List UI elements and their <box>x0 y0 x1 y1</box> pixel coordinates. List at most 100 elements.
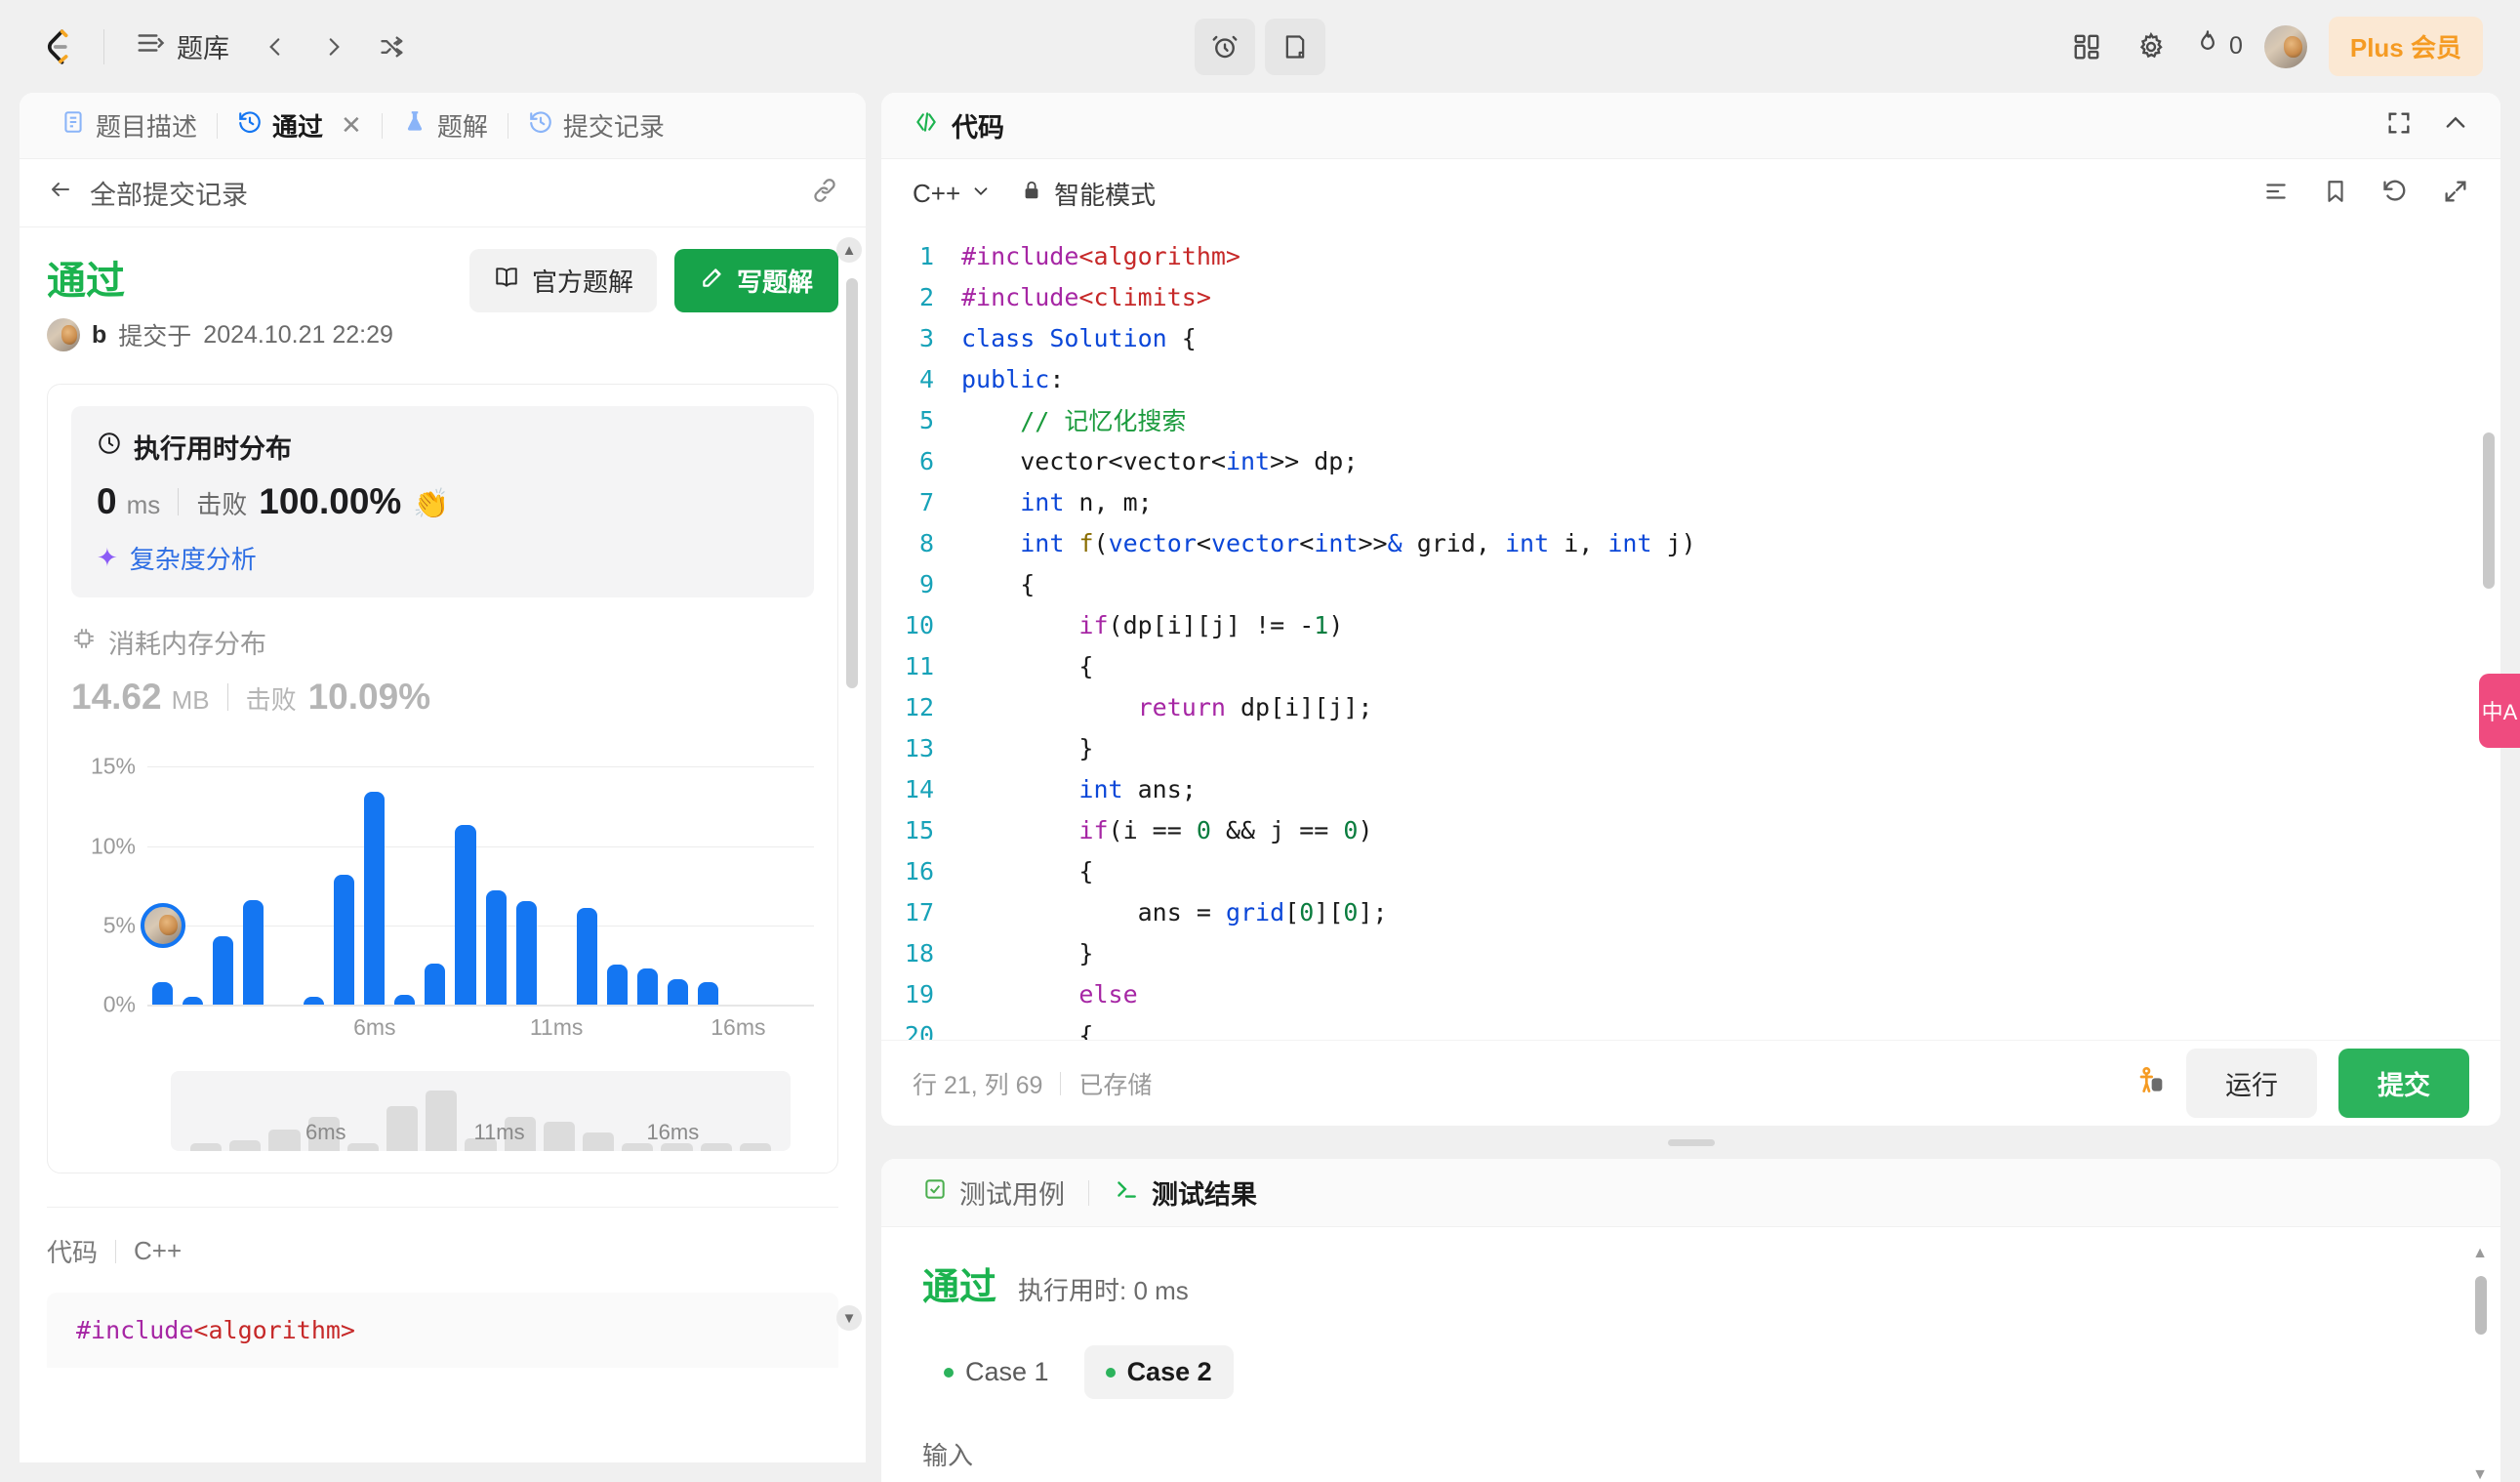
debug-person-icon[interactable] <box>2134 1065 2165 1101</box>
code-line[interactable]: 14 int ans; <box>881 768 2500 809</box>
code-line[interactable]: 15 if(i == 0 && j == 0) <box>881 809 2500 850</box>
chart-bar[interactable] <box>425 963 446 1005</box>
scroll-down-button[interactable]: ▼ <box>2469 1464 2491 1482</box>
chart-bar[interactable] <box>304 996 325 1005</box>
tab-accepted[interactable]: 通过 ✕ <box>224 102 376 149</box>
code-line[interactable]: 4 public: <box>881 358 2500 399</box>
code-line[interactable]: 1 #include<algorithm> <box>881 235 2500 276</box>
status-dot <box>1105 1367 1116 1378</box>
code-line[interactable]: 2 #include<climits> <box>881 276 2500 317</box>
scroll-up-button[interactable]: ▲ <box>2469 1243 2491 1264</box>
chevron-right-icon[interactable] <box>311 24 356 69</box>
chart-bar[interactable] <box>152 982 174 1005</box>
chart-bar[interactable] <box>183 996 204 1005</box>
chart-baseline <box>147 1005 814 1007</box>
nav-item-problems[interactable]: 题库 <box>126 20 239 73</box>
alarm-clock-icon[interactable] <box>1195 18 1255 75</box>
chevron-left-icon[interactable] <box>253 24 298 69</box>
drag-pill[interactable] <box>1667 1138 1715 1146</box>
code-editor[interactable]: 1 #include<algorithm> 2 #include<climits> 3 c… <box>881 227 2500 1040</box>
chart-bar[interactable] <box>394 995 416 1005</box>
code-line[interactable]: 11 { <box>881 645 2500 686</box>
chevron-up-icon[interactable] <box>2442 109 2469 142</box>
submission-subheader: 全部提交记录 <box>20 159 866 227</box>
chart-minimap[interactable]: 6ms 11ms 16ms <box>171 1071 791 1151</box>
test-panel-scrollbar[interactable] <box>2475 1276 2487 1335</box>
tab-problem-description[interactable]: 题目描述 <box>47 102 211 149</box>
code-line[interactable]: 3 class Solution { <box>881 317 2500 358</box>
expand-icon[interactable] <box>2385 109 2413 142</box>
memory-unit: MB <box>171 685 210 715</box>
chart-bar[interactable] <box>485 890 507 1005</box>
streak-counter[interactable]: 0 <box>2194 28 2243 64</box>
nav-left-group: 题库 <box>37 20 415 73</box>
line-number: 5 <box>918 405 934 434</box>
chart-bar[interactable] <box>576 907 597 1005</box>
run-button[interactable]: 运行 <box>2186 1049 2317 1118</box>
bookmark-icon[interactable] <box>2323 178 2348 210</box>
official-solution-button[interactable]: 官方题解 <box>468 249 657 312</box>
code-line[interactable]: 13 } <box>881 727 2500 768</box>
case-tab-2[interactable]: Case 2 <box>1083 1345 1234 1399</box>
tab-solutions[interactable]: 题解 <box>388 102 502 149</box>
code-line[interactable]: 8 int f(vector<vector<int>>& grid, int i… <box>881 522 2500 563</box>
tab-test-result[interactable]: 测试结果 <box>1103 1170 1267 1215</box>
code-line[interactable]: 20 { <box>881 1014 2500 1041</box>
code-line[interactable]: 16 { <box>881 850 2500 891</box>
plus-membership-button[interactable]: Plus 会员 <box>2328 17 2483 76</box>
chart-bar[interactable] <box>697 982 718 1005</box>
complexity-analysis-link[interactable]: ✦ 复杂度分析 <box>97 540 789 576</box>
code-line[interactable]: 17 ans = grid[0][0]; <box>881 891 2500 932</box>
runtime-distribution-chart: 15% 10% 5% 0% 6ms 11ms 16ms 6ms 11ms 16ms <box>71 751 814 1151</box>
avatar[interactable] <box>2263 24 2307 68</box>
note-icon[interactable] <box>1265 18 1325 75</box>
chart-user-marker[interactable] <box>140 902 185 948</box>
chart-bar[interactable] <box>667 979 688 1005</box>
shuffle-icon[interactable] <box>370 24 415 69</box>
line-number: 13 <box>904 733 934 762</box>
chart-bar[interactable] <box>243 899 264 1005</box>
chart-bar[interactable] <box>455 825 476 1005</box>
metric-divider <box>226 683 228 711</box>
leetcode-logo-icon[interactable] <box>37 24 82 69</box>
scroll-down-button[interactable]: ▼ <box>836 1305 862 1331</box>
reset-icon[interactable] <box>2381 178 2409 210</box>
case-tab-1[interactable]: Case 1 <box>922 1345 1071 1399</box>
editor-vertical-scrollbar[interactable] <box>2483 432 2495 589</box>
avatar[interactable] <box>47 318 80 351</box>
chart-bar[interactable] <box>334 874 355 1005</box>
runtime-metric: 0 ms 击败 100.00% 👏 <box>97 481 789 522</box>
submit-button[interactable]: 提交 <box>2338 1049 2469 1118</box>
expand-arrows-icon[interactable] <box>2442 178 2469 210</box>
terminal-icon <box>1113 1176 1140 1209</box>
language-selector[interactable]: C++ <box>913 179 992 209</box>
code-line[interactable]: 9 { <box>881 563 2500 604</box>
chart-bar[interactable] <box>364 792 386 1005</box>
tab-test-cases-label: 测试用例 <box>959 1180 1065 1210</box>
chart-bar[interactable] <box>606 965 628 1005</box>
back-to-all-submissions[interactable]: 全部提交记录 <box>47 174 248 212</box>
link-icon[interactable] <box>811 177 838 209</box>
apps-grid-icon[interactable] <box>2065 25 2108 68</box>
code-line[interactable]: 12 return dp[i][j]; <box>881 686 2500 727</box>
code-line[interactable]: 6 vector<vector<int>> dp; <box>881 440 2500 481</box>
panel-resize-handle[interactable] <box>881 1135 2500 1149</box>
tab-submissions[interactable]: 提交记录 <box>514 102 678 149</box>
scroll-up-button[interactable]: ▲ <box>836 237 862 263</box>
close-icon[interactable]: ✕ <box>341 110 362 141</box>
code-line[interactable]: 5 // 记忆化搜索 <box>881 399 2500 440</box>
chart-bar[interactable] <box>213 936 234 1005</box>
write-solution-button[interactable]: 写题解 <box>673 249 838 312</box>
gear-icon[interactable] <box>2130 25 2173 68</box>
code-line[interactable]: 18 } <box>881 932 2500 973</box>
smart-mode-toggle[interactable]: 智能模式 <box>1021 176 1156 212</box>
left-panel-scrollbar[interactable] <box>846 278 858 688</box>
format-lines-icon[interactable] <box>2262 179 2290 209</box>
code-line[interactable]: 7 int n, m; <box>881 481 2500 522</box>
ime-indicator[interactable]: 中A <box>2479 674 2520 748</box>
code-line[interactable]: 10 if(dp[i][j] != -1) <box>881 604 2500 645</box>
chart-bar[interactable] <box>636 967 658 1005</box>
chart-bar[interactable] <box>515 901 537 1005</box>
code-line[interactable]: 19 else <box>881 973 2500 1014</box>
tab-test-cases[interactable]: 测试用例 <box>913 1170 1075 1215</box>
